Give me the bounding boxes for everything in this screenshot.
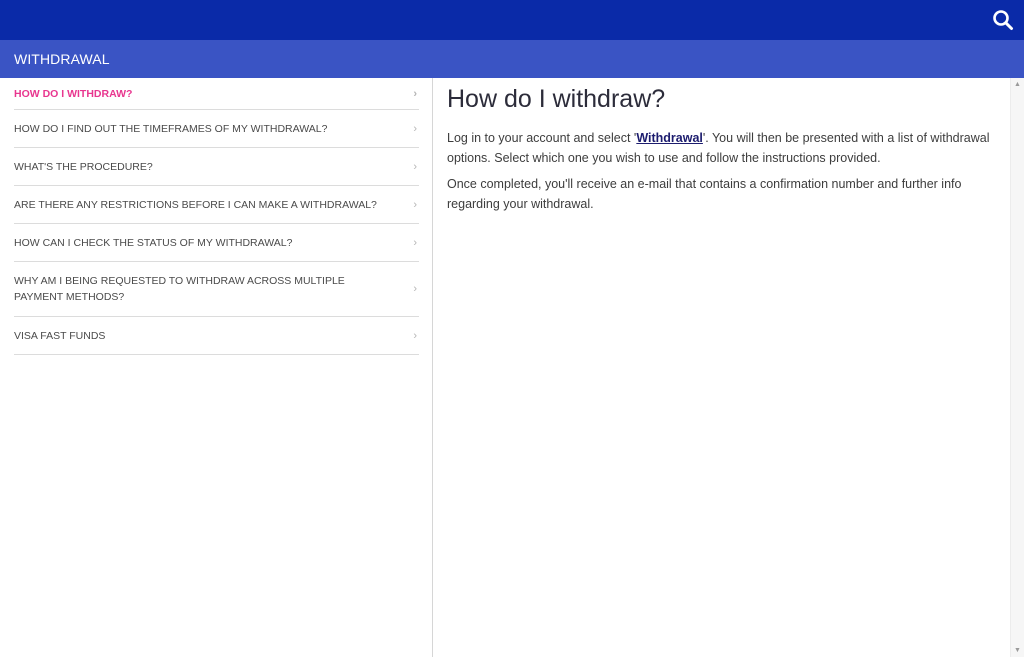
faq-item-label: ARE THERE ANY RESTRICTIONS BEFORE I CAN … bbox=[14, 198, 377, 211]
faq-item-procedure[interactable]: WHAT'S THE PROCEDURE? › bbox=[14, 148, 419, 186]
scrollbar[interactable]: ▲ ▼ bbox=[1010, 78, 1024, 657]
article-paragraph-2: Once completed, you'll receive an e-mail… bbox=[447, 177, 962, 211]
search-icon[interactable] bbox=[992, 9, 1014, 31]
faq-item-label: VISA FAST FUNDS bbox=[14, 329, 106, 342]
article-content: How do I withdraw? Log in to your accoun… bbox=[434, 78, 1010, 657]
article-title: How do I withdraw? bbox=[447, 85, 666, 113]
chevron-right-icon: › bbox=[413, 283, 417, 295]
scroll-up-icon[interactable]: ▲ bbox=[1014, 81, 1021, 88]
top-bar bbox=[0, 0, 1024, 40]
article-text: Log in to your account and select ' bbox=[447, 131, 637, 145]
section-header: WITHDRAWAL bbox=[0, 40, 1024, 78]
scroll-down-icon[interactable]: ▼ bbox=[1014, 647, 1021, 654]
faq-item-how-do-i-withdraw[interactable]: HOW DO I WITHDRAW? › bbox=[14, 78, 419, 110]
faq-item-label: HOW CAN I CHECK THE STATUS OF MY WITHDRA… bbox=[14, 236, 293, 249]
chevron-right-icon: › bbox=[413, 329, 417, 342]
section-title: WITHDRAWAL bbox=[14, 51, 110, 67]
article-paragraph-1: Log in to your account and select 'Withd… bbox=[447, 129, 992, 168]
withdrawal-link[interactable]: Withdrawal bbox=[636, 131, 703, 145]
faq-list: HOW DO I WITHDRAW? › HOW DO I FIND OUT T… bbox=[0, 78, 432, 355]
search-button[interactable] bbox=[992, 9, 1014, 31]
faq-item-restrictions[interactable]: ARE THERE ANY RESTRICTIONS BEFORE I CAN … bbox=[14, 186, 419, 224]
faq-item-visa-fast-funds[interactable]: VISA FAST FUNDS › bbox=[14, 317, 419, 355]
chevron-right-icon: › bbox=[413, 198, 417, 211]
faq-item-timeframes[interactable]: HOW DO I FIND OUT THE TIMEFRAMES OF MY W… bbox=[14, 110, 419, 148]
chevron-right-icon: › bbox=[413, 87, 417, 100]
faq-item-check-status[interactable]: HOW CAN I CHECK THE STATUS OF MY WITHDRA… bbox=[14, 224, 419, 262]
faq-sidebar: HOW DO I WITHDRAW? › HOW DO I FIND OUT T… bbox=[0, 78, 433, 657]
faq-item-label: WHY AM I BEING REQUESTED TO WITHDRAW ACR… bbox=[14, 275, 345, 303]
faq-item-label: WHAT'S THE PROCEDURE? bbox=[14, 160, 153, 173]
faq-item-multiple-payment-methods[interactable]: WHY AM I BEING REQUESTED TO WITHDRAW ACR… bbox=[14, 262, 419, 317]
chevron-right-icon: › bbox=[413, 122, 417, 135]
chevron-right-icon: › bbox=[413, 160, 417, 173]
faq-item-label: HOW DO I FIND OUT THE TIMEFRAMES OF MY W… bbox=[14, 122, 328, 135]
faq-item-label: HOW DO I WITHDRAW? bbox=[14, 87, 133, 100]
chevron-right-icon: › bbox=[413, 236, 417, 249]
